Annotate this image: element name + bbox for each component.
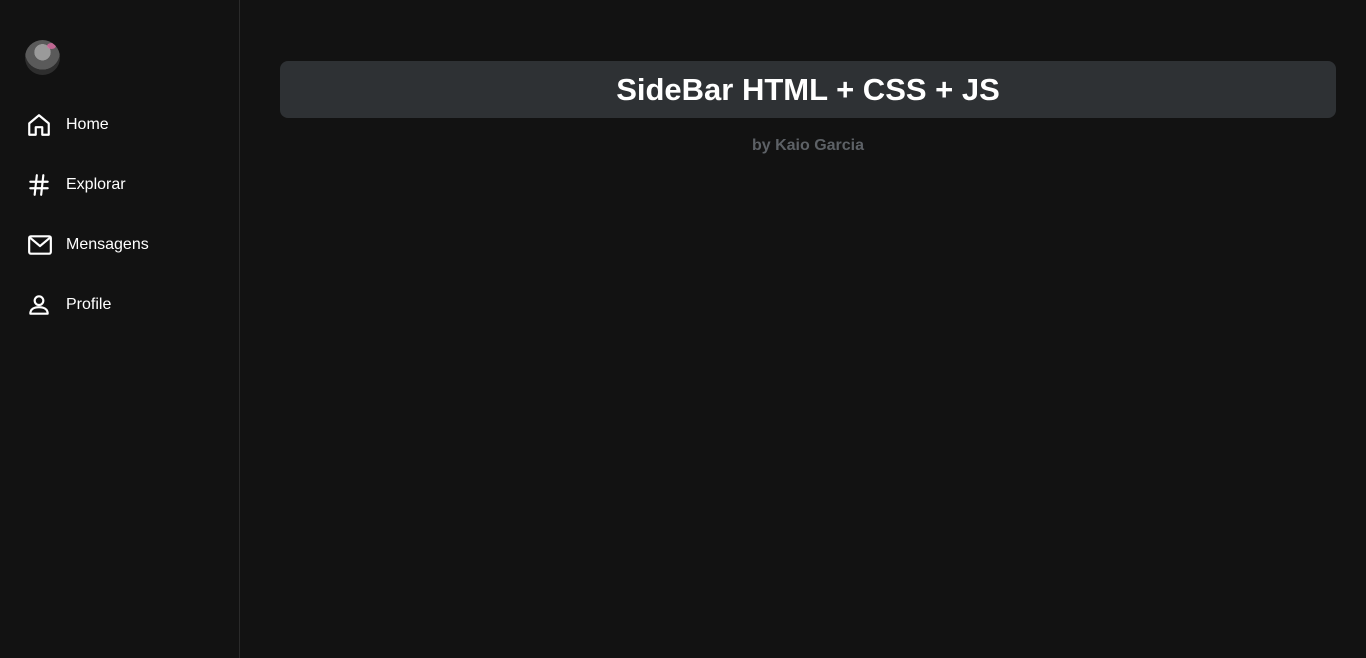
avatar[interactable] [25,40,60,75]
sidebar-item-profile[interactable]: Profile [26,291,149,319]
sidebar-nav: Home Explorar Mensagens Profile [26,111,149,351]
home-icon [26,111,54,139]
sidebar-item-explorar[interactable]: Explorar [26,171,149,199]
sidebar-item-mensagens[interactable]: Mensagens [26,231,149,259]
sidebar: Home Explorar Mensagens Profile [0,0,240,658]
sidebar-item-label: Profile [66,296,112,313]
sidebar-item-label: Home [66,116,109,133]
sidebar-item-home[interactable]: Home [26,111,149,139]
user-icon [26,291,54,319]
sidebar-item-label: Explorar [66,176,126,193]
mail-icon [26,231,54,259]
author-byline: by Kaio Garcia [751,137,865,154]
title-bar: SideBar HTML + CSS + JS [280,61,1336,118]
page-title: SideBar HTML + CSS + JS [616,71,1000,107]
hash-icon [26,171,54,199]
sidebar-item-label: Mensagens [66,236,149,253]
main-content: SideBar HTML + CSS + JS by Kaio Garcia [240,0,1366,658]
